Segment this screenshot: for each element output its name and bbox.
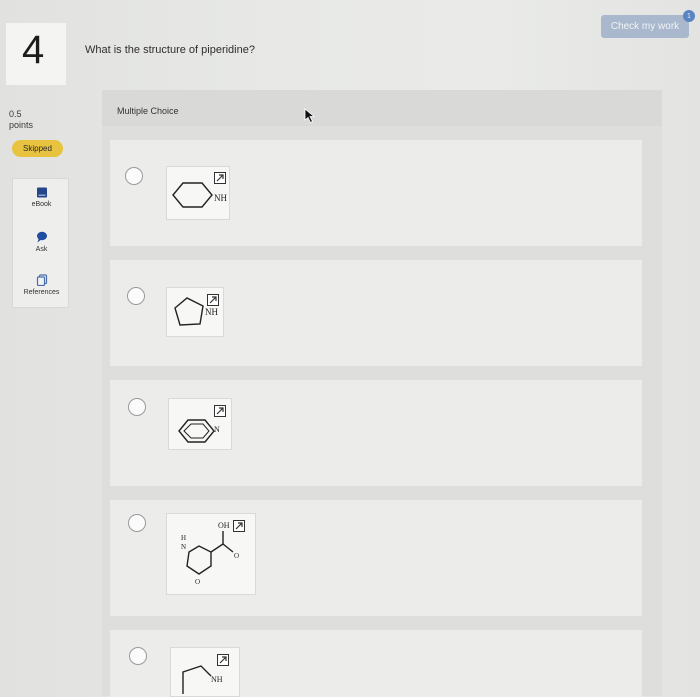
question-number: 4 bbox=[22, 28, 45, 72]
h-label: H bbox=[181, 534, 186, 542]
small-ring-structure-icon: NH bbox=[182, 665, 223, 694]
nh-label: NH bbox=[211, 675, 223, 684]
option-row[interactable]: NH bbox=[110, 630, 642, 697]
check-count-badge: 1 bbox=[683, 10, 695, 22]
skipped-badge: Skipped bbox=[12, 140, 63, 157]
ring-o-label: O bbox=[195, 578, 200, 586]
option-row[interactable]: N bbox=[110, 380, 642, 486]
oh-label: OH bbox=[218, 521, 230, 530]
option-structure[interactable]: N bbox=[168, 398, 232, 450]
n-label: N bbox=[181, 543, 186, 551]
mouse-cursor-icon bbox=[304, 108, 316, 124]
expand-icon[interactable] bbox=[207, 294, 219, 306]
ebook-tool[interactable]: eBook bbox=[13, 187, 70, 208]
ebook-label: eBook bbox=[31, 201, 52, 208]
option-structure[interactable]: NH bbox=[166, 166, 230, 220]
option-structure[interactable]: OH H N O O bbox=[166, 513, 256, 595]
option-row[interactable]: NH bbox=[110, 140, 642, 246]
chat-bubble-icon bbox=[36, 231, 47, 243]
references-icon bbox=[36, 274, 47, 286]
option-radio[interactable] bbox=[125, 167, 143, 185]
page: Check my work 1 4 What is the structure … bbox=[0, 0, 700, 697]
expand-icon[interactable] bbox=[214, 172, 226, 184]
option-radio[interactable] bbox=[128, 398, 146, 416]
option-row[interactable]: NH bbox=[110, 260, 642, 366]
check-my-work-button[interactable]: Check my work bbox=[601, 15, 689, 38]
option-radio[interactable] bbox=[127, 287, 145, 305]
references-tool[interactable]: References bbox=[13, 274, 70, 296]
references-label: References bbox=[23, 289, 60, 296]
points-label: points bbox=[9, 120, 34, 130]
expand-icon[interactable] bbox=[233, 520, 245, 532]
points-value: 0.5 bbox=[9, 109, 22, 119]
option-structure[interactable]: NH bbox=[166, 287, 224, 337]
side-tools-panel: eBook Ask References bbox=[12, 178, 69, 308]
ask-label: Ask bbox=[35, 246, 48, 253]
option-radio[interactable] bbox=[128, 514, 146, 532]
multiple-choice-label: Multiple Choice bbox=[117, 106, 179, 116]
expand-icon[interactable] bbox=[217, 654, 229, 666]
question-text: What is the structure of piperidine? bbox=[85, 44, 255, 56]
nh-label: NH bbox=[214, 193, 227, 203]
ask-tool[interactable]: Ask bbox=[13, 231, 70, 253]
multiple-choice-header bbox=[102, 90, 662, 126]
book-icon bbox=[36, 187, 47, 198]
option-row[interactable]: OH H N O O bbox=[110, 500, 642, 616]
nh-label: NH bbox=[205, 307, 218, 317]
expand-icon[interactable] bbox=[214, 405, 226, 417]
option-radio[interactable] bbox=[129, 647, 147, 665]
points-info: 0.5 points bbox=[9, 109, 33, 131]
n-label: N bbox=[214, 425, 220, 434]
option-structure[interactable]: NH bbox=[170, 647, 240, 697]
carbonyl-o-label: O bbox=[234, 552, 239, 560]
